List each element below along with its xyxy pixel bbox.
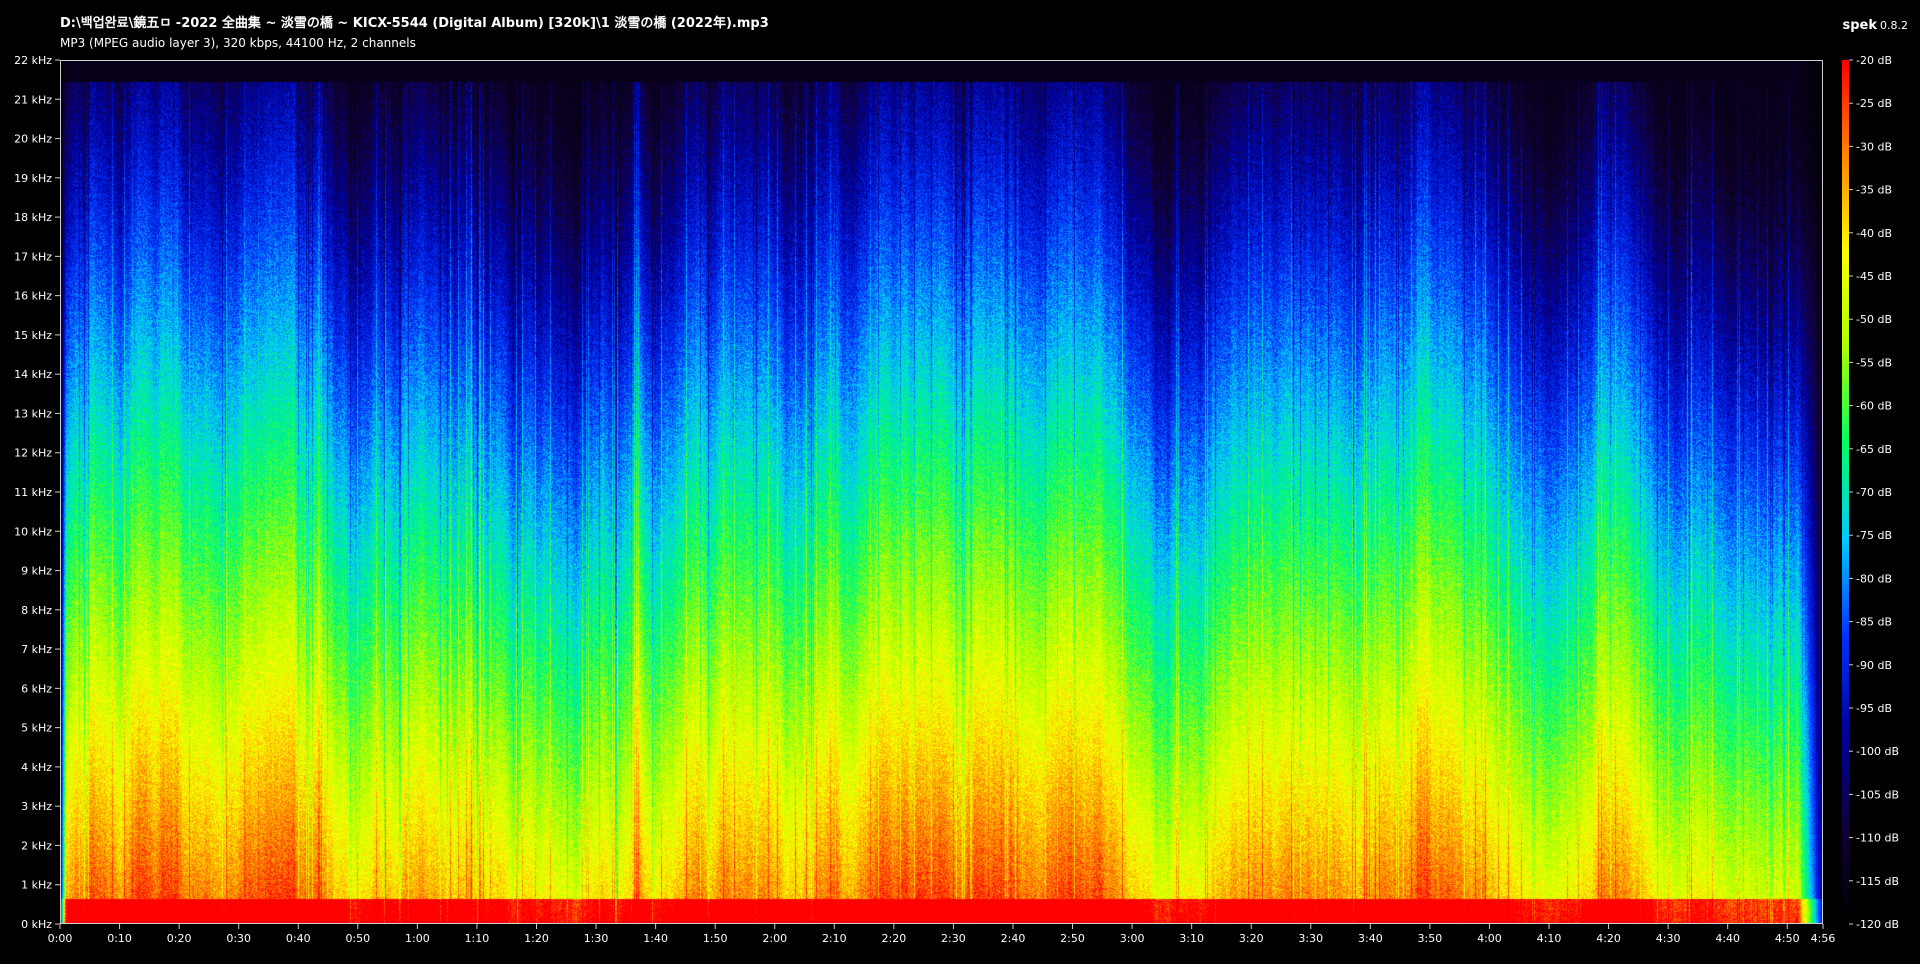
y-tick-label: 8 kHz bbox=[21, 604, 52, 617]
x-tick-label: 4:30 bbox=[1656, 932, 1681, 945]
colorbar-tick-label: -115 dB bbox=[1856, 875, 1899, 888]
x-tick-label: 4:20 bbox=[1596, 932, 1621, 945]
axes-layer: 0:00 0:10 0:20 0:30 0:40 0:50 1:00 1:10 1:20 1:30… bbox=[14, 54, 1899, 945]
x-tick-label: 2:10 bbox=[822, 932, 847, 945]
y-tick-label: 5 kHz bbox=[21, 722, 52, 735]
x-tick-label: 1:40 bbox=[643, 932, 668, 945]
x-tick-label: 2:30 bbox=[941, 932, 966, 945]
x-tick-label: 2:20 bbox=[881, 932, 906, 945]
y-tick-label: 2 kHz bbox=[21, 839, 52, 852]
y-tick-label: 4 kHz bbox=[21, 761, 52, 774]
y-tick-label: 11 kHz bbox=[14, 486, 52, 499]
x-tick-label: 0:40 bbox=[286, 932, 311, 945]
colorbar-tick-label: -110 dB bbox=[1856, 832, 1899, 845]
y-tick-label: 14 kHz bbox=[14, 368, 52, 381]
colorbar-tick-label: -60 dB bbox=[1856, 400, 1892, 413]
x-tick-label: 0:50 bbox=[345, 932, 370, 945]
colorbar-tick-label: -25 dB bbox=[1856, 97, 1892, 110]
y-tick-label: 0 kHz bbox=[21, 918, 52, 931]
colorbar-tick-label: -35 dB bbox=[1856, 184, 1892, 197]
x-tick-label: 3:30 bbox=[1298, 932, 1323, 945]
y-tick-label: 20 kHz bbox=[14, 133, 52, 146]
x-tick-label: 1:20 bbox=[524, 932, 549, 945]
x-tick-label: 1:50 bbox=[703, 932, 728, 945]
x-tick-label: 2:50 bbox=[1060, 932, 1085, 945]
colorbar-tick-label: -55 dB bbox=[1856, 356, 1892, 369]
colorbar-tick-label: -85 dB bbox=[1856, 616, 1892, 629]
x-tick-label: 4:10 bbox=[1537, 932, 1562, 945]
x-tick-label: 0:20 bbox=[167, 932, 192, 945]
x-tick-label: 1:30 bbox=[584, 932, 609, 945]
y-tick-label: 17 kHz bbox=[14, 250, 52, 263]
colorbar-tick-label: -50 dB bbox=[1856, 313, 1892, 326]
x-tick-label: 1:00 bbox=[405, 932, 430, 945]
y-tick-label: 21 kHz bbox=[14, 93, 52, 106]
x-tick-label: 4:00 bbox=[1477, 932, 1502, 945]
y-tick-label: 16 kHz bbox=[14, 290, 52, 303]
y-tick-label: 1 kHz bbox=[21, 879, 52, 892]
colorbar-tick-label: -40 dB bbox=[1856, 227, 1892, 240]
x-tick-label: 3:40 bbox=[1358, 932, 1383, 945]
colorbar-tick-label: -120 dB bbox=[1856, 918, 1899, 931]
y-tick-label: 12 kHz bbox=[14, 447, 52, 460]
x-tick-label: 0:00 bbox=[48, 932, 73, 945]
colorbar-tick-label: -90 dB bbox=[1856, 659, 1892, 672]
y-tick-label: 13 kHz bbox=[14, 407, 52, 420]
colorbar-tick-label: -95 dB bbox=[1856, 702, 1892, 715]
y-tick-label: 19 kHz bbox=[14, 172, 52, 185]
colorbar-tick-label: -80 dB bbox=[1856, 572, 1892, 585]
colorbar-tick-label: -30 dB bbox=[1856, 140, 1892, 153]
colorbar-tick-label: -100 dB bbox=[1856, 745, 1899, 758]
colorbar-tick-label: -45 dB bbox=[1856, 270, 1892, 283]
colorbar-tick-label: -75 dB bbox=[1856, 529, 1892, 542]
x-tick-label: 3:10 bbox=[1179, 932, 1204, 945]
x-tick-label: 0:30 bbox=[226, 932, 251, 945]
y-tick-label: 10 kHz bbox=[14, 525, 52, 538]
colorbar-tick-label: -105 dB bbox=[1856, 788, 1899, 801]
x-tick-label: 4:50 bbox=[1775, 932, 1800, 945]
y-tick-label: 6 kHz bbox=[21, 682, 52, 695]
y-tick-label: 15 kHz bbox=[14, 329, 52, 342]
colorbar-tick-label: -20 dB bbox=[1856, 54, 1892, 67]
x-tick-label: 3:50 bbox=[1418, 932, 1443, 945]
y-tick-label: 22 kHz bbox=[14, 54, 52, 67]
x-tick-label: 0:10 bbox=[107, 932, 132, 945]
x-tick-label: 1:10 bbox=[465, 932, 490, 945]
colorbar-tick-label: -70 dB bbox=[1856, 486, 1892, 499]
y-tick-label: 3 kHz bbox=[21, 800, 52, 813]
x-tick-label: 3:00 bbox=[1120, 932, 1145, 945]
x-tick-label: 2:00 bbox=[762, 932, 787, 945]
x-tick-label: 3:20 bbox=[1239, 932, 1264, 945]
y-tick-label: 9 kHz bbox=[21, 565, 52, 578]
x-tick-label: 2:40 bbox=[1001, 932, 1026, 945]
x-tick-label: 4:40 bbox=[1715, 932, 1740, 945]
x-tick-label: 4:56 bbox=[1811, 932, 1836, 945]
y-tick-label: 7 kHz bbox=[21, 643, 52, 656]
y-tick-label: 18 kHz bbox=[14, 211, 52, 224]
colorbar-tick-label: -65 dB bbox=[1856, 443, 1892, 456]
